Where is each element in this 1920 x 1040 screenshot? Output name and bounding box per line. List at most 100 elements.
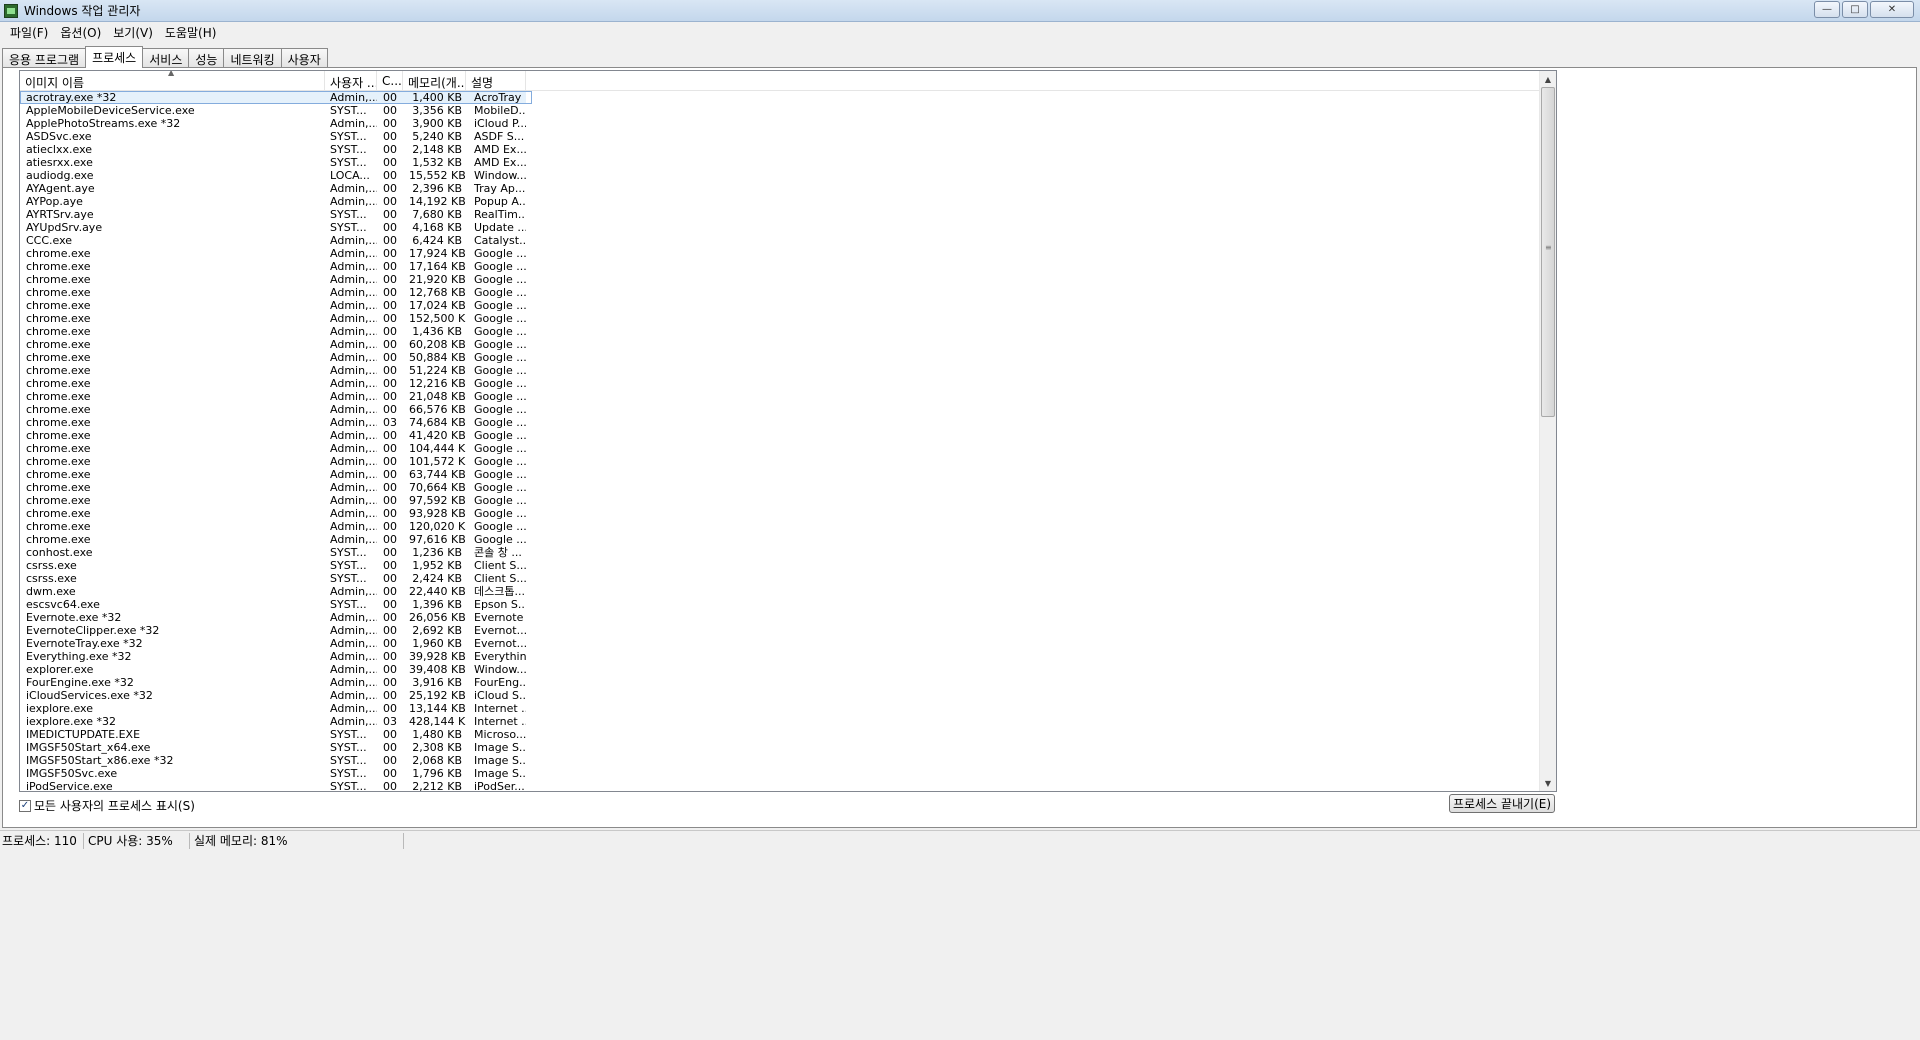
- process-row[interactable]: atieclxx.exe SYST... 00 2,148 KB AMD Ex...: [20, 143, 1540, 156]
- tab-users[interactable]: 사용자: [280, 48, 328, 68]
- process-row[interactable]: chrome.exe Admin,... 00 12,768 KB Google ...: [20, 286, 1540, 299]
- tab-applications[interactable]: 응용 프로그램: [2, 48, 87, 68]
- process-row[interactable]: chrome.exe Admin,... 00 104,444 KB Google ..…: [20, 442, 1540, 455]
- process-row[interactable]: IMEDICTUPDATE.EXE SYST... 00 1,480 KB Micros…: [20, 728, 1540, 741]
- process-row[interactable]: chrome.exe Admin,... 00 60,208 KB Google ...: [20, 338, 1540, 351]
- process-row[interactable]: iCloudServices.exe *32 Admin,... 00 25,192 …: [20, 689, 1540, 702]
- process-row[interactable]: chrome.exe Admin,... 00 1,436 KB Google ...: [20, 325, 1540, 338]
- menu-options[interactable]: 옵션(O): [54, 24, 107, 41]
- process-user: Admin,...: [330, 481, 377, 494]
- process-row[interactable]: escsvc64.exe SYST... 00 1,396 KB Epson S...: [20, 598, 1540, 611]
- process-row[interactable]: csrss.exe SYST... 00 2,424 KB Client S...: [20, 572, 1540, 585]
- process-row[interactable]: audiodg.exe LOCA... 00 15,552 KB Window...: [20, 169, 1540, 182]
- process-row[interactable]: AYAgent.aye Admin,... 00 2,396 KB Tray Ap...: [20, 182, 1540, 195]
- window-title: Windows 작업 관리자: [24, 4, 141, 18]
- process-name: explorer.exe: [26, 663, 94, 676]
- process-row[interactable]: chrome.exe Admin,... 00 41,420 KB Google ...: [20, 429, 1540, 442]
- process-row[interactable]: iPodService.exe SYST... 00 2,212 KB iPodSer.…: [20, 780, 1540, 791]
- process-row[interactable]: IMGSF50Start_x86.exe *32 SYST... 00 2,068 K…: [20, 754, 1540, 767]
- process-cpu: 00: [383, 741, 397, 754]
- scroll-thumb[interactable]: ≡: [1541, 87, 1555, 417]
- process-description: Google ...: [474, 312, 526, 325]
- close-button[interactable]: ✕: [1870, 1, 1914, 18]
- menu-help[interactable]: 도움말(H): [159, 24, 223, 41]
- column-header-cpu[interactable]: C...: [377, 71, 403, 91]
- scroll-down-icon[interactable]: ▼: [1540, 775, 1556, 791]
- process-row[interactable]: chrome.exe Admin,... 00 97,592 KB Google ...: [20, 494, 1540, 507]
- process-description: Microso...: [474, 728, 526, 741]
- process-row[interactable]: chrome.exe Admin,... 00 63,744 KB Google ...: [20, 468, 1540, 481]
- process-description: Google ...: [474, 351, 526, 364]
- process-row[interactable]: FourEngine.exe *32 Admin,... 00 3,916 KB Fou…: [20, 676, 1540, 689]
- process-user: Admin,...: [330, 351, 377, 364]
- process-row[interactable]: AYPop.aye Admin,... 00 14,192 KB Popup A...: [20, 195, 1540, 208]
- process-name: FourEngine.exe *32: [26, 676, 134, 689]
- process-row[interactable]: chrome.exe Admin,... 00 70,664 KB Google ...: [20, 481, 1540, 494]
- process-row[interactable]: chrome.exe Admin,... 00 17,024 KB Google ...: [20, 299, 1540, 312]
- tab-services[interactable]: 서비스: [142, 48, 190, 68]
- process-memory: 152,500 KB: [409, 312, 466, 325]
- minimize-button[interactable]: —: [1814, 1, 1840, 18]
- show-all-users-option[interactable]: ✓ 모든 사용자의 프로세스 표시(S): [19, 797, 195, 814]
- tab-performance[interactable]: 성능: [188, 48, 225, 68]
- process-row[interactable]: csrss.exe SYST... 00 1,952 KB Client S...: [20, 559, 1540, 572]
- process-row[interactable]: Evernote.exe *32 Admin,... 00 26,056 KB Ever…: [20, 611, 1540, 624]
- process-row[interactable]: chrome.exe Admin,... 00 21,048 KB Google ...: [20, 390, 1540, 403]
- process-row[interactable]: conhost.exe SYST... 00 1,236 KB 콘솔 창 ...: [20, 546, 1540, 559]
- process-cpu: 00: [383, 130, 397, 143]
- process-cpu: 00: [383, 104, 397, 117]
- show-all-users-checkbox[interactable]: ✓: [19, 799, 31, 812]
- column-header-user[interactable]: 사용자 ...: [325, 71, 377, 91]
- process-name: chrome.exe: [26, 416, 91, 429]
- process-row[interactable]: AYRTSrv.aye SYST... 00 7,680 KB RealTim...: [20, 208, 1540, 221]
- tab-networking[interactable]: 네트워킹: [223, 48, 282, 68]
- column-header-memory[interactable]: 메모리(개...: [403, 71, 466, 91]
- process-list[interactable]: 이미지 이름 ▲ 사용자 ... C... 메모리(개... 설명 acrotr…: [19, 70, 1557, 792]
- process-row[interactable]: chrome.exe Admin,... 00 17,924 KB Google ...: [20, 247, 1540, 260]
- end-process-button[interactable]: 프로세스 끝내기(E): [1449, 794, 1555, 813]
- column-header-description[interactable]: 설명: [466, 71, 526, 91]
- process-row[interactable]: ApplePhotoStreams.exe *32 Admin,... 00 3,90…: [20, 117, 1540, 130]
- process-row[interactable]: ASDSvc.exe SYST... 00 5,240 KB ASDF S...: [20, 130, 1540, 143]
- process-row[interactable]: chrome.exe Admin,... 00 152,500 KB Google ..…: [20, 312, 1540, 325]
- column-header-image-name[interactable]: 이미지 이름 ▲: [20, 71, 325, 91]
- process-row[interactable]: EvernoteTray.exe *32 Admin,... 00 1,960 KB E…: [20, 637, 1540, 650]
- process-row[interactable]: chrome.exe Admin,... 00 51,224 KB Google ...: [20, 364, 1540, 377]
- process-row[interactable]: CCC.exe Admin,... 00 6,424 KB Catalyst...: [20, 234, 1540, 247]
- process-cpu: 00: [383, 182, 397, 195]
- scroll-up-icon[interactable]: ▲: [1540, 71, 1556, 87]
- menu-file[interactable]: 파일(F): [4, 24, 54, 41]
- process-row[interactable]: chrome.exe Admin,... 00 93,928 KB Google ...: [20, 507, 1540, 520]
- process-row[interactable]: chrome.exe Admin,... 00 120,020 KB Google ..…: [20, 520, 1540, 533]
- process-row[interactable]: Everything.exe *32 Admin,... 00 39,928 KB Ev…: [20, 650, 1540, 663]
- process-row[interactable]: chrome.exe Admin,... 00 17,164 KB Google ...: [20, 260, 1540, 273]
- process-row[interactable]: chrome.exe Admin,... 00 21,920 KB Google ...: [20, 273, 1540, 286]
- process-row[interactable]: IMGSF50Svc.exe SYST... 00 1,796 KB Image S..…: [20, 767, 1540, 780]
- process-name: IMEDICTUPDATE.EXE: [26, 728, 141, 741]
- vertical-scrollbar[interactable]: ▲ ≡ ▼: [1539, 71, 1556, 791]
- menu-view[interactable]: 보기(V): [107, 24, 159, 41]
- process-memory: 66,576 KB: [409, 403, 466, 416]
- process-row[interactable]: AYUpdSrv.aye SYST... 00 4,168 KB Update ...: [20, 221, 1540, 234]
- process-row[interactable]: chrome.exe Admin,... 00 101,572 KB Google ..…: [20, 455, 1540, 468]
- process-row[interactable]: AppleMobileDeviceService.exe SYST... 00 3,3…: [20, 104, 1540, 117]
- process-row[interactable]: chrome.exe Admin,... 03 74,684 KB Google ...: [20, 416, 1540, 429]
- process-row[interactable]: chrome.exe Admin,... 00 97,616 KB Google ...: [20, 533, 1540, 546]
- tab-processes[interactable]: 프로세스: [85, 46, 144, 68]
- process-name: audiodg.exe: [26, 169, 94, 182]
- process-row[interactable]: acrotray.exe *32 Admin,... 00 1,400 KB AcroT…: [20, 91, 532, 104]
- process-row[interactable]: chrome.exe Admin,... 00 50,884 KB Google ...: [20, 351, 1540, 364]
- process-row[interactable]: chrome.exe Admin,... 00 66,576 KB Google ...: [20, 403, 1540, 416]
- process-row[interactable]: atiesrxx.exe SYST... 00 1,532 KB AMD Ex...: [20, 156, 1540, 169]
- process-description: Window...: [474, 663, 526, 676]
- process-row[interactable]: explorer.exe Admin,... 00 39,408 KB Window..…: [20, 663, 1540, 676]
- process-memory: 70,664 KB: [409, 481, 466, 494]
- process-row[interactable]: iexplore.exe *32 Admin,... 03 428,144 KB Int…: [20, 715, 1540, 728]
- process-row[interactable]: EvernoteClipper.exe *32 Admin,... 00 2,692 …: [20, 624, 1540, 637]
- process-row[interactable]: chrome.exe Admin,... 00 12,216 KB Google ...: [20, 377, 1540, 390]
- process-row[interactable]: dwm.exe Admin,... 00 22,440 KB 데스크톱...: [20, 585, 1540, 598]
- process-row[interactable]: iexplore.exe Admin,... 00 13,144 KB Internet…: [20, 702, 1540, 715]
- process-cpu: 00: [383, 702, 397, 715]
- maximize-button[interactable]: □: [1842, 1, 1868, 18]
- process-row[interactable]: IMGSF50Start_x64.exe SYST... 00 2,308 KB Ima…: [20, 741, 1540, 754]
